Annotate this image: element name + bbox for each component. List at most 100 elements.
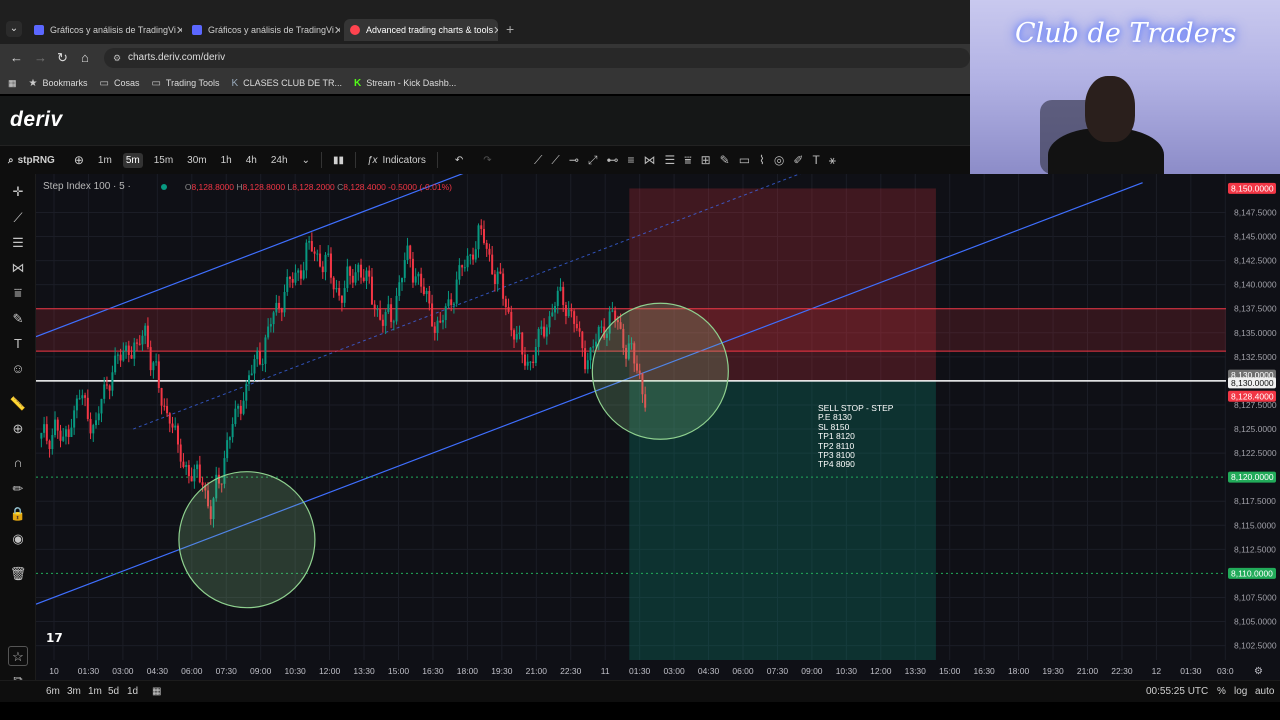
home-icon[interactable]: ⌂	[81, 50, 89, 65]
timeframe-4h[interactable]: 4h	[243, 153, 260, 168]
browser-tab-1[interactable]: Gráficos y análisis de TradingVi ✕	[28, 19, 182, 41]
star-icon[interactable]: ☆	[8, 646, 28, 666]
log-toggle[interactable]: log	[1234, 686, 1247, 697]
reload-icon[interactable]: ↻	[57, 50, 68, 66]
candles-icon[interactable]: ▮▮	[330, 153, 347, 168]
timeframe-1h[interactable]: 1h	[218, 153, 235, 168]
bookmark-trading-tools[interactable]: ▭ Trading Tools	[151, 78, 219, 89]
candle-body	[248, 375, 251, 384]
candle-body	[343, 288, 346, 303]
utc-clock[interactable]: 00:55:25 UTC	[1146, 686, 1208, 697]
chart-canvas[interactable]: 8,147.5000 8,145.0000 8,142.5000 8,140.0000…	[36, 174, 1280, 680]
forward-icon[interactable]: →	[34, 50, 47, 65]
trend-line-icon[interactable]: ⟋	[534, 153, 542, 168]
candle-body	[81, 395, 84, 399]
timeframe-15m[interactable]: 15m	[151, 153, 176, 168]
range-1d[interactable]: 1d	[127, 686, 138, 697]
projection-icon[interactable]: ⩸	[8, 283, 28, 303]
rectangle-icon[interactable]: ▭	[739, 153, 750, 167]
time-tick-label: 13:30	[353, 666, 375, 676]
magnet-icon[interactable]: ∩	[8, 453, 28, 473]
pattern-icon[interactable]: ⋈	[8, 258, 28, 278]
pencil-lock-icon[interactable]: ✏	[8, 479, 28, 499]
candle-body	[559, 286, 562, 291]
price-chart[interactable]: 8,147.5000 8,145.0000 8,142.5000 8,140.0000…	[36, 174, 1280, 702]
indicators-button[interactable]: ƒx Indicators	[364, 153, 429, 168]
range-5d[interactable]: 5d	[108, 686, 119, 697]
trade-note[interactable]: SELL STOP - STEP P.E 8130 SL 8150 TP1 81…	[818, 403, 893, 470]
tradingview-logo-icon[interactable]: 𝟭𝟳	[46, 631, 68, 647]
close-icon[interactable]: ✕	[334, 24, 340, 37]
candle-body	[384, 311, 387, 326]
candle-body	[97, 413, 100, 421]
candle-body	[166, 406, 169, 414]
timeframe-5m[interactable]: 5m	[122, 152, 143, 168]
fib-retracement-icon[interactable]: ☰	[665, 153, 676, 167]
bookmark-bookmarks[interactable]: ★ Bookmarks	[29, 78, 88, 89]
path-icon[interactable]: ⌇	[759, 153, 765, 167]
undo-icon[interactable]: ↶	[452, 153, 466, 168]
site-info-icon[interactable]: ⚙	[113, 48, 121, 68]
zoom-icon[interactable]: ⊕	[8, 419, 28, 439]
price-axis-bg	[1226, 174, 1280, 660]
text-icon[interactable]: T	[812, 153, 819, 167]
timeframe-24h[interactable]: 24h	[268, 153, 291, 168]
ray-icon[interactable]: ⟋	[551, 153, 559, 168]
bookmark-clases[interactable]: K CLASES CLUB DE TR...	[231, 78, 342, 89]
text-icon[interactable]: T	[8, 334, 28, 354]
time-tick-label: 21:00	[526, 666, 548, 676]
compare-add-icon[interactable]: ⊕	[71, 151, 87, 169]
circle-icon[interactable]: ◎	[774, 153, 784, 167]
tab-search-chevron-icon[interactable]: ⌄	[6, 21, 22, 37]
url-field[interactable]: ⚙ charts.deriv.com/deriv	[104, 48, 970, 68]
symbol-label: stpRNG	[17, 154, 55, 166]
candle-body	[491, 254, 494, 275]
close-icon[interactable]: ✕	[176, 24, 182, 37]
close-icon[interactable]: ✕	[493, 24, 498, 37]
crosshair-icon[interactable]: ✛	[8, 182, 28, 202]
candle-body	[376, 309, 379, 311]
pitchfork-icon[interactable]: ⋈	[644, 153, 656, 167]
timeframe-30m[interactable]: 30m	[184, 153, 209, 168]
parallel-channel-icon[interactable]: ≡	[627, 153, 634, 167]
timeframe-1m[interactable]: 1m	[95, 153, 115, 168]
auto-toggle[interactable]: auto	[1255, 686, 1274, 697]
goto-date-icon[interactable]: ▦	[152, 686, 161, 697]
pattern-icon[interactable]: ⚹	[829, 153, 836, 168]
redo-icon[interactable]: ↷	[480, 153, 494, 168]
range-6m[interactable]: 6m	[46, 686, 60, 697]
pen-icon[interactable]: ✐	[793, 153, 803, 167]
deriv-logo[interactable]: deriv	[10, 108, 63, 132]
range-1m[interactable]: 1m	[88, 686, 102, 697]
lock-icon[interactable]: 🔒	[8, 504, 28, 524]
eye-icon[interactable]: ◉	[8, 529, 28, 549]
horizontal-ray-icon[interactable]: ⊸	[569, 153, 579, 167]
percent-toggle[interactable]: %	[1217, 686, 1226, 697]
bookmark-cosas[interactable]: ▭ Cosas	[100, 78, 140, 89]
candle-body	[54, 419, 57, 436]
fib-icon[interactable]: ☰	[8, 233, 28, 253]
trend-line-icon[interactable]: ⟋	[8, 208, 28, 228]
extended-line-icon[interactable]: ⤢	[588, 153, 598, 168]
fib-channel-icon[interactable]: ⩸	[684, 153, 691, 168]
emoji-icon[interactable]: ☺	[8, 359, 28, 379]
gann-box-icon[interactable]: ⊞	[701, 153, 711, 167]
brush-icon[interactable]: ✎	[8, 309, 28, 329]
bookmark-kick[interactable]: K Stream - Kick Dashb...	[354, 78, 456, 89]
time-tick-label: 07:30	[767, 666, 789, 676]
candle-body	[455, 279, 458, 304]
back-icon[interactable]: ←	[10, 50, 23, 65]
apps-icon[interactable]: ▦	[8, 78, 17, 89]
browser-tab-2[interactable]: Gráficos y análisis de TradingVi ✕	[186, 19, 340, 41]
browser-tab-3[interactable]: Advanced trading charts & tools ✕	[344, 19, 498, 41]
ruler-icon[interactable]: 📏	[8, 394, 28, 414]
chevron-down-icon[interactable]: ⌄	[299, 153, 313, 168]
candle-body	[286, 276, 289, 292]
range-3m[interactable]: 3m	[67, 686, 81, 697]
brush-icon[interactable]: ✎	[720, 153, 730, 167]
horizontal-line-icon[interactable]: ⊷	[606, 153, 618, 167]
trash-icon[interactable]: 🗑	[8, 564, 28, 584]
new-tab-icon[interactable]: +	[506, 21, 514, 37]
candle-body	[231, 424, 234, 438]
symbol-search[interactable]: ⌕ stpRNG	[8, 155, 55, 166]
